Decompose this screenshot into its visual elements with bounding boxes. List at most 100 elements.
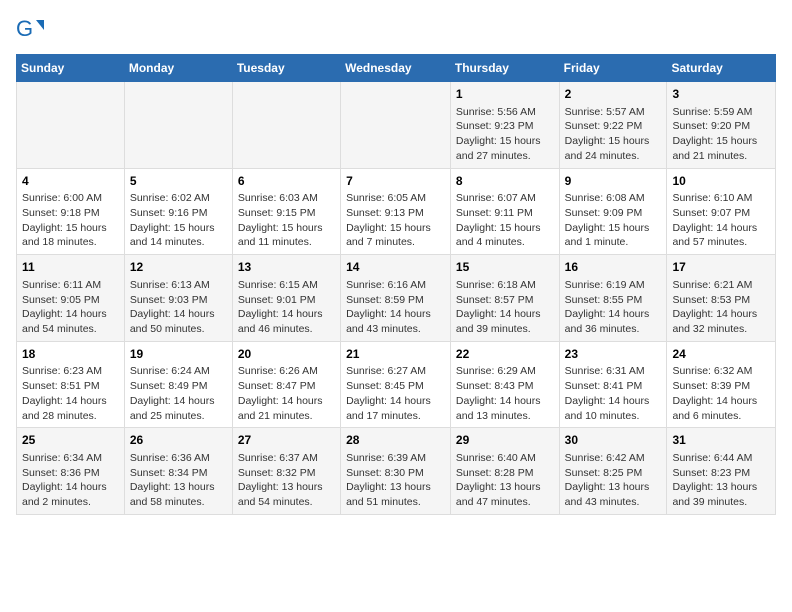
day-info: Sunrise: 6:03 AM Sunset: 9:15 PM Dayligh…: [238, 191, 335, 250]
day-info: Sunrise: 6:21 AM Sunset: 8:53 PM Dayligh…: [672, 278, 770, 337]
calendar-cell: 21Sunrise: 6:27 AM Sunset: 8:45 PM Dayli…: [341, 341, 451, 428]
day-number: 16: [565, 259, 662, 276]
col-header-monday: Monday: [124, 55, 232, 82]
svg-text:G: G: [16, 16, 33, 41]
calendar-cell: 19Sunrise: 6:24 AM Sunset: 8:49 PM Dayli…: [124, 341, 232, 428]
day-info: Sunrise: 6:36 AM Sunset: 8:34 PM Dayligh…: [130, 451, 227, 510]
day-number: 22: [456, 346, 554, 363]
day-info: Sunrise: 6:37 AM Sunset: 8:32 PM Dayligh…: [238, 451, 335, 510]
calendar-cell: [232, 82, 340, 169]
calendar-cell: 5Sunrise: 6:02 AM Sunset: 9:16 PM Daylig…: [124, 168, 232, 255]
calendar-cell: 9Sunrise: 6:08 AM Sunset: 9:09 PM Daylig…: [559, 168, 667, 255]
day-number: 6: [238, 173, 335, 190]
col-header-tuesday: Tuesday: [232, 55, 340, 82]
day-info: Sunrise: 6:19 AM Sunset: 8:55 PM Dayligh…: [565, 278, 662, 337]
calendar-table: SundayMondayTuesdayWednesdayThursdayFrid…: [16, 54, 776, 515]
calendar-cell: 28Sunrise: 6:39 AM Sunset: 8:30 PM Dayli…: [341, 428, 451, 515]
day-number: 21: [346, 346, 445, 363]
calendar-cell: 15 Sunrise: 6:18 AM Sunset: 8:57 PM Dayli…: [450, 255, 559, 342]
col-header-sunday: Sunday: [17, 55, 125, 82]
calendar-cell: 20Sunrise: 6:26 AM Sunset: 8:47 PM Dayli…: [232, 341, 340, 428]
day-info: Sunrise: 5:59 AM Sunset: 9:20 PM Dayligh…: [672, 105, 770, 164]
calendar-cell: 23Sunrise: 6:31 AM Sunset: 8:41 PM Dayli…: [559, 341, 667, 428]
day-info: Sunrise: 6:31 AM Sunset: 8:41 PM Dayligh…: [565, 364, 662, 423]
calendar-cell: 11Sunrise: 6:11 AM Sunset: 9:05 PM Dayli…: [17, 255, 125, 342]
day-info: Sunrise: 6:27 AM Sunset: 8:45 PM Dayligh…: [346, 364, 445, 423]
day-info: Sunrise: 6:08 AM Sunset: 9:09 PM Dayligh…: [565, 191, 662, 250]
day-info: Sunrise: 6:42 AM Sunset: 8:25 PM Dayligh…: [565, 451, 662, 510]
day-number: 17: [672, 259, 770, 276]
calendar-cell: 14Sunrise: 6:16 AM Sunset: 8:59 PM Dayli…: [341, 255, 451, 342]
calendar-cell: 7Sunrise: 6:05 AM Sunset: 9:13 PM Daylig…: [341, 168, 451, 255]
day-info: Sunrise: 5:56 AM Sunset: 9:23 PM Dayligh…: [456, 105, 554, 164]
calendar-cell: 17 Sunrise: 6:21 AM Sunset: 8:53 PM Dayli…: [667, 255, 776, 342]
day-number: 30: [565, 432, 662, 449]
week-row-1: 1 Sunrise: 5:56 AM Sunset: 9:23 PM Daylig…: [17, 82, 776, 169]
col-header-friday: Friday: [559, 55, 667, 82]
col-header-saturday: Saturday: [667, 55, 776, 82]
calendar-cell: 24Sunrise: 6:32 AM Sunset: 8:39 PM Dayli…: [667, 341, 776, 428]
week-row-5: 25 Sunrise: 6:34 AM Sunset: 8:36 PM Dayli…: [17, 428, 776, 515]
day-info: Sunrise: 5:57 AM Sunset: 9:22 PM Dayligh…: [565, 105, 662, 164]
day-number: 27: [238, 432, 335, 449]
calendar-cell: 18Sunrise: 6:23 AM Sunset: 8:51 PM Dayli…: [17, 341, 125, 428]
day-number: 15: [456, 259, 554, 276]
calendar-cell: 6Sunrise: 6:03 AM Sunset: 9:15 PM Daylig…: [232, 168, 340, 255]
calendar-cell: 12 Sunrise: 6:13 AM Sunset: 9:03 PM Dayli…: [124, 255, 232, 342]
day-info: Sunrise: 6:00 AM Sunset: 9:18 PM Dayligh…: [22, 191, 119, 250]
calendar-cell: 30 Sunrise: 6:42 AM Sunset: 8:25 PM Dayli…: [559, 428, 667, 515]
calendar-cell: 3 Sunrise: 5:59 AM Sunset: 9:20 PM Daylig…: [667, 82, 776, 169]
day-info: Sunrise: 6:24 AM Sunset: 8:49 PM Dayligh…: [130, 364, 227, 423]
calendar-cell: [124, 82, 232, 169]
day-info: Sunrise: 6:32 AM Sunset: 8:39 PM Dayligh…: [672, 364, 770, 423]
calendar-cell: 8Sunrise: 6:07 AM Sunset: 9:11 PM Daylig…: [450, 168, 559, 255]
day-number: 11: [22, 259, 119, 276]
calendar-cell: [17, 82, 125, 169]
calendar-cell: [341, 82, 451, 169]
day-number: 23: [565, 346, 662, 363]
day-info: Sunrise: 6:29 AM Sunset: 8:43 PM Dayligh…: [456, 364, 554, 423]
logo: G: [16, 16, 48, 44]
day-info: Sunrise: 6:07 AM Sunset: 9:11 PM Dayligh…: [456, 191, 554, 250]
day-number: 10: [672, 173, 770, 190]
calendar-cell: 4Sunrise: 6:00 AM Sunset: 9:18 PM Daylig…: [17, 168, 125, 255]
day-number: 1: [456, 86, 554, 103]
day-number: 5: [130, 173, 227, 190]
day-number: 29: [456, 432, 554, 449]
day-number: 8: [456, 173, 554, 190]
day-number: 12: [130, 259, 227, 276]
calendar-cell: 22Sunrise: 6:29 AM Sunset: 8:43 PM Dayli…: [450, 341, 559, 428]
week-row-3: 11Sunrise: 6:11 AM Sunset: 9:05 PM Dayli…: [17, 255, 776, 342]
day-info: Sunrise: 6:15 AM Sunset: 9:01 PM Dayligh…: [238, 278, 335, 337]
day-info: Sunrise: 6:26 AM Sunset: 8:47 PM Dayligh…: [238, 364, 335, 423]
header: G: [16, 16, 776, 44]
day-info: Sunrise: 6:18 AM Sunset: 8:57 PM Dayligh…: [456, 278, 554, 337]
day-number: 28: [346, 432, 445, 449]
day-number: 7: [346, 173, 445, 190]
day-info: Sunrise: 6:05 AM Sunset: 9:13 PM Dayligh…: [346, 191, 445, 250]
calendar-cell: 25 Sunrise: 6:34 AM Sunset: 8:36 PM Dayli…: [17, 428, 125, 515]
calendar-cell: 31 Sunrise: 6:44 AM Sunset: 8:23 PM Dayli…: [667, 428, 776, 515]
day-info: Sunrise: 6:40 AM Sunset: 8:28 PM Dayligh…: [456, 451, 554, 510]
calendar-cell: 10Sunrise: 6:10 AM Sunset: 9:07 PM Dayli…: [667, 168, 776, 255]
day-number: 18: [22, 346, 119, 363]
calendar-cell: 26 Sunrise: 6:36 AM Sunset: 8:34 PM Dayli…: [124, 428, 232, 515]
day-number: 24: [672, 346, 770, 363]
day-info: Sunrise: 6:44 AM Sunset: 8:23 PM Dayligh…: [672, 451, 770, 510]
day-number: 13: [238, 259, 335, 276]
day-info: Sunrise: 6:13 AM Sunset: 9:03 PM Dayligh…: [130, 278, 227, 337]
logo-icon: G: [16, 16, 44, 44]
calendar-cell: 16 Sunrise: 6:19 AM Sunset: 8:55 PM Dayli…: [559, 255, 667, 342]
day-number: 9: [565, 173, 662, 190]
day-number: 20: [238, 346, 335, 363]
day-number: 3: [672, 86, 770, 103]
day-number: 31: [672, 432, 770, 449]
day-info: Sunrise: 6:23 AM Sunset: 8:51 PM Dayligh…: [22, 364, 119, 423]
calendar-cell: 2 Sunrise: 5:57 AM Sunset: 9:22 PM Daylig…: [559, 82, 667, 169]
calendar-cell: 27 Sunrise: 6:37 AM Sunset: 8:32 PM Dayli…: [232, 428, 340, 515]
day-info: Sunrise: 6:34 AM Sunset: 8:36 PM Dayligh…: [22, 451, 119, 510]
day-number: 25: [22, 432, 119, 449]
day-number: 2: [565, 86, 662, 103]
col-header-thursday: Thursday: [450, 55, 559, 82]
day-number: 26: [130, 432, 227, 449]
